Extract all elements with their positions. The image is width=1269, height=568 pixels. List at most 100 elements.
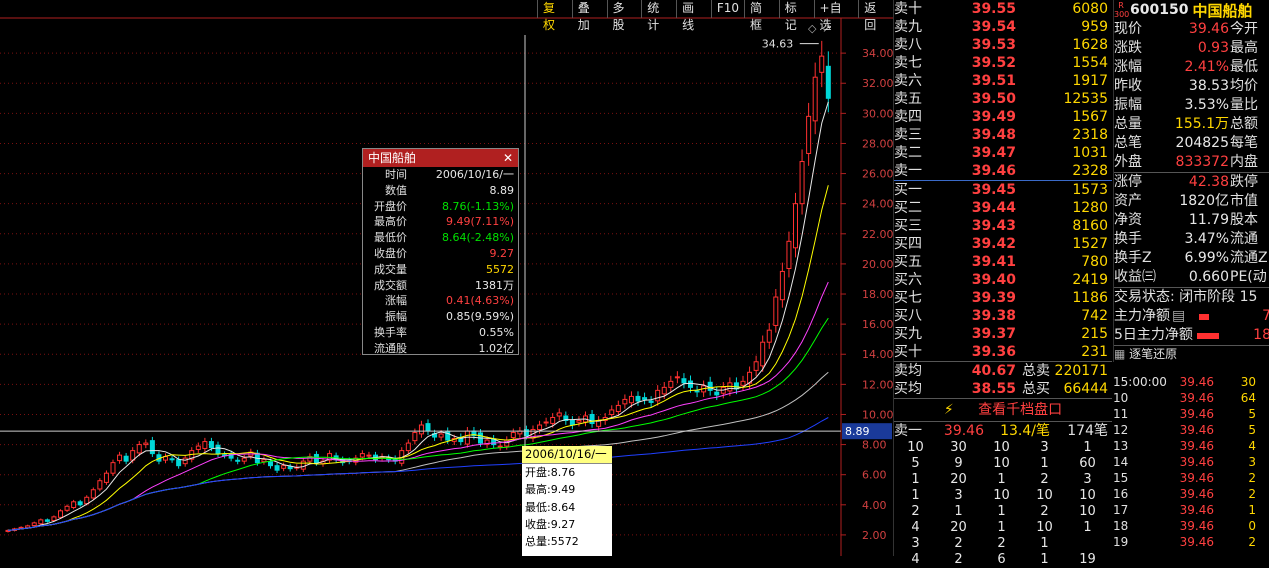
tooltip-row: 流通股 1.02亿 (363, 341, 518, 357)
avg-price: 38.55 (971, 381, 1016, 397)
y-tick-label: 14.00 (862, 348, 893, 361)
candle-body (90, 489, 96, 499)
stat-key2: 今开 (1230, 21, 1258, 37)
stat-value: 2.41% (1184, 59, 1229, 75)
high-price-label: 34.63 (762, 38, 794, 51)
candle-body (117, 454, 123, 462)
tick-price: 39.46 (1179, 439, 1214, 453)
stat-value: 204825 (1175, 135, 1229, 151)
queue-cell: 1 (1040, 536, 1049, 551)
candle-body (589, 413, 595, 425)
tooltip-key: 最低价 (374, 231, 407, 245)
queue-cell (1066, 536, 1109, 552)
tick-price: 39.46 (1179, 487, 1214, 501)
kline-chart[interactable]: 2.00 4.00 6.00 8.00 10.00 12.00 14.00 16.00 18.0… (0, 0, 893, 556)
candle-body (707, 381, 713, 391)
candle-body (674, 376, 680, 379)
queue-cell: 1 (954, 504, 963, 519)
stat-key2: 内盘 (1230, 154, 1258, 170)
toolbar-button[interactable]: F10 (710, 0, 744, 18)
queue-cell: 6 (997, 552, 1006, 567)
stat-row: 涨跌 0.93 最高 (1114, 39, 1269, 58)
trade-state: 交易状态: 闭市阶段 15 (1114, 287, 1269, 307)
toolbar-button[interactable]: 标记 (778, 0, 814, 32)
checkbox-icon[interactable]: ▦ (1114, 347, 1125, 361)
level-label: 卖五 (894, 91, 922, 107)
y-tick-label: 16.00 (862, 318, 893, 331)
tooltip-row: 成交量 5572 (363, 262, 518, 278)
candle-body (359, 453, 365, 458)
buy-levels: 买一 39.45 1573 买二 39.44 1280 买三 39.43 8160 买四 39.42… (894, 180, 1112, 361)
candle-body (615, 404, 621, 413)
tooltip-value: 9.27 (489, 246, 515, 260)
y-tick-label: 8.00 (862, 439, 887, 452)
toolbar-button[interactable]: 统计 (641, 0, 676, 32)
tick-row: 11 39.46 5 (1113, 406, 1269, 422)
queue-cell: 2 (954, 552, 963, 567)
candle-body (694, 390, 700, 393)
main-flow-bar (1199, 314, 1210, 320)
tooltip-row: 数值 8.89 (363, 183, 518, 199)
sell-level: 卖九 39.54 959 (894, 18, 1112, 36)
buy-level: 买二 39.44 1280 (894, 199, 1112, 217)
toolbar-button[interactable]: 返回 (858, 0, 893, 32)
stat-value: 39.46 (1188, 21, 1229, 37)
main-flow5-row: 5日主力净额 18 (1114, 326, 1269, 345)
toolbar-button[interactable]: 多股 (606, 0, 642, 32)
level-volume: 12535 (1063, 91, 1108, 107)
toolbar-button[interactable]: +自选 (813, 0, 859, 32)
lightning-icon: ⚡ (943, 402, 954, 418)
stat-key: 换手Z (1114, 250, 1152, 266)
queue-cell: 30 (950, 440, 967, 455)
stat-row: 总笔 204825 每笔 (1114, 134, 1269, 153)
tooltip-key: 振幅 (385, 310, 407, 324)
tick-time: 13 (1113, 439, 1129, 453)
queue-row: 4 20 1 10 1 (894, 520, 1112, 536)
candle-body (497, 445, 503, 448)
candle-body (405, 442, 411, 452)
buy-level: 买一 39.45 1573 (894, 181, 1112, 199)
toolbar-button[interactable]: 叠加 (571, 0, 607, 32)
view-thousand-level-button[interactable]: ⚡ 查看千档盘口 (894, 398, 1112, 422)
tick-panel-title[interactable]: ▦ 逐笔还原 (1114, 345, 1269, 362)
stat-key: 涨停 (1114, 174, 1142, 190)
tick-price: 39.46 (1179, 423, 1214, 437)
toolbar-button[interactable]: 简框 (744, 0, 779, 32)
stat-key2: 均价 (1230, 78, 1258, 94)
candle-body (208, 441, 214, 449)
candle-body (569, 419, 575, 426)
queue-cell: 10 (1036, 488, 1053, 503)
level-price: 39.47 (971, 145, 1016, 161)
candle-body (622, 398, 628, 405)
candle-body (609, 409, 615, 416)
doc-icon[interactable]: ▤ (1172, 307, 1185, 326)
tick-price: 39.46 (1179, 455, 1214, 469)
diamond-icon: ◇ (808, 22, 817, 35)
level-volume: 8160 (1072, 218, 1108, 234)
stat-value: 1820亿 (1179, 193, 1229, 209)
close-icon[interactable]: ✕ (503, 149, 513, 167)
stat-key: 净资 (1114, 212, 1142, 228)
level-volume: 742 (1081, 308, 1108, 324)
candle-body (215, 444, 221, 455)
toolbar-button[interactable]: 画线 (676, 0, 711, 32)
y-tick-label: 26.00 (862, 168, 893, 181)
candle-body (655, 389, 661, 402)
candle-body (136, 444, 142, 454)
crosshair-price-label: 8.89 (845, 425, 870, 438)
toolbar-button[interactable]: 复权 (537, 0, 572, 32)
crosshair-value: 收盘:9.27 (525, 517, 576, 531)
level-label: 买一 (894, 182, 922, 198)
candle-body (84, 496, 90, 505)
tick-time: 18 (1113, 519, 1129, 533)
stat-key2: 股本 (1230, 212, 1258, 228)
sell1-detail: 卖一 39.46 13.4/笔 174笔 (894, 422, 1112, 440)
candle-body (550, 416, 556, 424)
tick-row: 19 39.46 2 (1113, 534, 1269, 550)
stat-value: 3.47% (1184, 231, 1229, 247)
avg-label: 买均 (894, 381, 922, 397)
y-tick-label: 30.00 (862, 107, 893, 120)
tick-price: 39.46 (1179, 519, 1214, 533)
tick-price: 39.46 (1179, 407, 1214, 421)
level-label: 卖七 (894, 55, 922, 71)
